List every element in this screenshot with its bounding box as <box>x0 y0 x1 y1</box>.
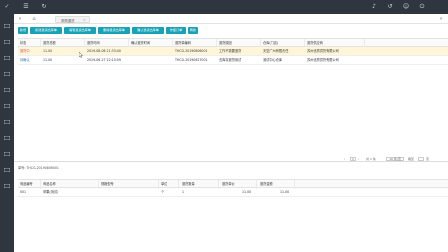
add-button[interactable]: 新增 <box>18 27 28 34</box>
setting-icon[interactable] <box>4 56 10 60</box>
top-bar: ☰ ↻ ♪ ↺ ☺ ⏻ <box>14 0 448 14</box>
bell-icon[interactable]: ♪ <box>370 3 378 11</box>
cell-item-code: 001 <box>20 190 27 194</box>
cell-qty: 1 <box>182 190 185 194</box>
cell-code: THCG-20190627001 <box>175 58 208 62</box>
delete-return-button[interactable]: 删除退货出库单 <box>98 27 130 34</box>
refresh-icon[interactable]: ↻ <box>40 3 48 11</box>
status-badge: 退货中 <box>20 49 30 53</box>
table-header: 状态 退货总额 退货时间 确认退货时间 退货单编码 退货原因 仓库(门店) 退货… <box>18 38 448 48</box>
cell-reason: 工作不需要退货 <box>219 49 242 53</box>
tab-label: 采购退货 <box>61 18 75 23</box>
cell-supplier: 苏州优质供货有限公司 <box>307 49 339 53</box>
home-tab-icon[interactable]: ⌂ <box>31 16 37 22</box>
box-icon[interactable] <box>4 104 10 108</box>
doc-icon[interactable] <box>4 136 10 140</box>
mouse-cursor-icon <box>79 52 83 58</box>
cell-total: 11.00 <box>43 58 53 62</box>
cell-reason: 去库存退货测试 <box>219 58 242 62</box>
cell-code: THCG-20190806001 <box>175 49 208 53</box>
cell-return-time: 2019-06-27 22:15:09 <box>87 58 121 62</box>
detail-title: 单号: THCG-20190806001 <box>18 166 59 170</box>
cell-warehouse: 测试中心仓库 <box>263 58 283 62</box>
chart-icon[interactable] <box>4 152 10 156</box>
trend-icon[interactable] <box>4 168 10 172</box>
power-icon[interactable]: ⏻ <box>418 3 426 11</box>
chart-icon[interactable] <box>4 120 10 124</box>
back-icon[interactable]: « <box>17 16 23 22</box>
tab-purchase-return[interactable]: 采购退货 × <box>55 15 90 23</box>
cell-return-time: 2019-08-06 21:33:40 <box>87 49 121 53</box>
new-return-button[interactable]: 新建退货出库单 <box>30 27 62 34</box>
list-icon[interactable] <box>4 40 10 44</box>
cell-amount: 11.00 <box>280 190 290 194</box>
confirm-return-button[interactable]: 确认退货出库单 <box>132 27 164 34</box>
tab-bar: « ⌂ 采购退货 × » <box>14 14 448 24</box>
cell-price: 11.00 <box>242 190 252 194</box>
void-order-button[interactable]: 作废订单 <box>166 27 186 34</box>
sidebar: ✓ <box>0 0 14 252</box>
cell-item-name: 苹果(测试) <box>43 190 59 194</box>
cell-supplier: 苏州优质供货有限公司 <box>307 58 339 62</box>
forward-icon[interactable]: » <box>438 16 444 22</box>
refresh-button[interactable]: 刷新 <box>188 27 198 34</box>
cell-total: 11.00 <box>43 49 53 53</box>
detail-panel: 单号: THCG-20190806001 商品编号 商品名称 规格型号 单位 退… <box>14 161 448 252</box>
cart-icon[interactable] <box>4 88 10 92</box>
menu-icon[interactable]: ☰ <box>22 3 30 11</box>
list-icon[interactable] <box>4 72 10 76</box>
cell-unit: 个 <box>161 190 165 194</box>
logo-check-icon: ✓ <box>4 3 10 10</box>
edit-return-button[interactable]: 编辑退货出库单 <box>64 27 96 34</box>
chart-icon[interactable] <box>4 184 10 188</box>
detail-row[interactable]: 001 苹果(测试) 个 1 11.00 11.00 <box>18 188 448 197</box>
home-icon[interactable] <box>4 24 10 28</box>
detail-table-header: 商品编号 商品名称 规格型号 单位 退货数量 退货单价 退货金额 <box>18 179 448 189</box>
status-badge: 待确认 <box>20 58 30 62</box>
cell-warehouse: 天堂广州有限责任 <box>263 49 289 53</box>
undo-icon[interactable]: ↺ <box>386 3 394 11</box>
user-icon[interactable]: ☺ <box>402 3 410 11</box>
close-icon[interactable]: × <box>83 18 86 22</box>
